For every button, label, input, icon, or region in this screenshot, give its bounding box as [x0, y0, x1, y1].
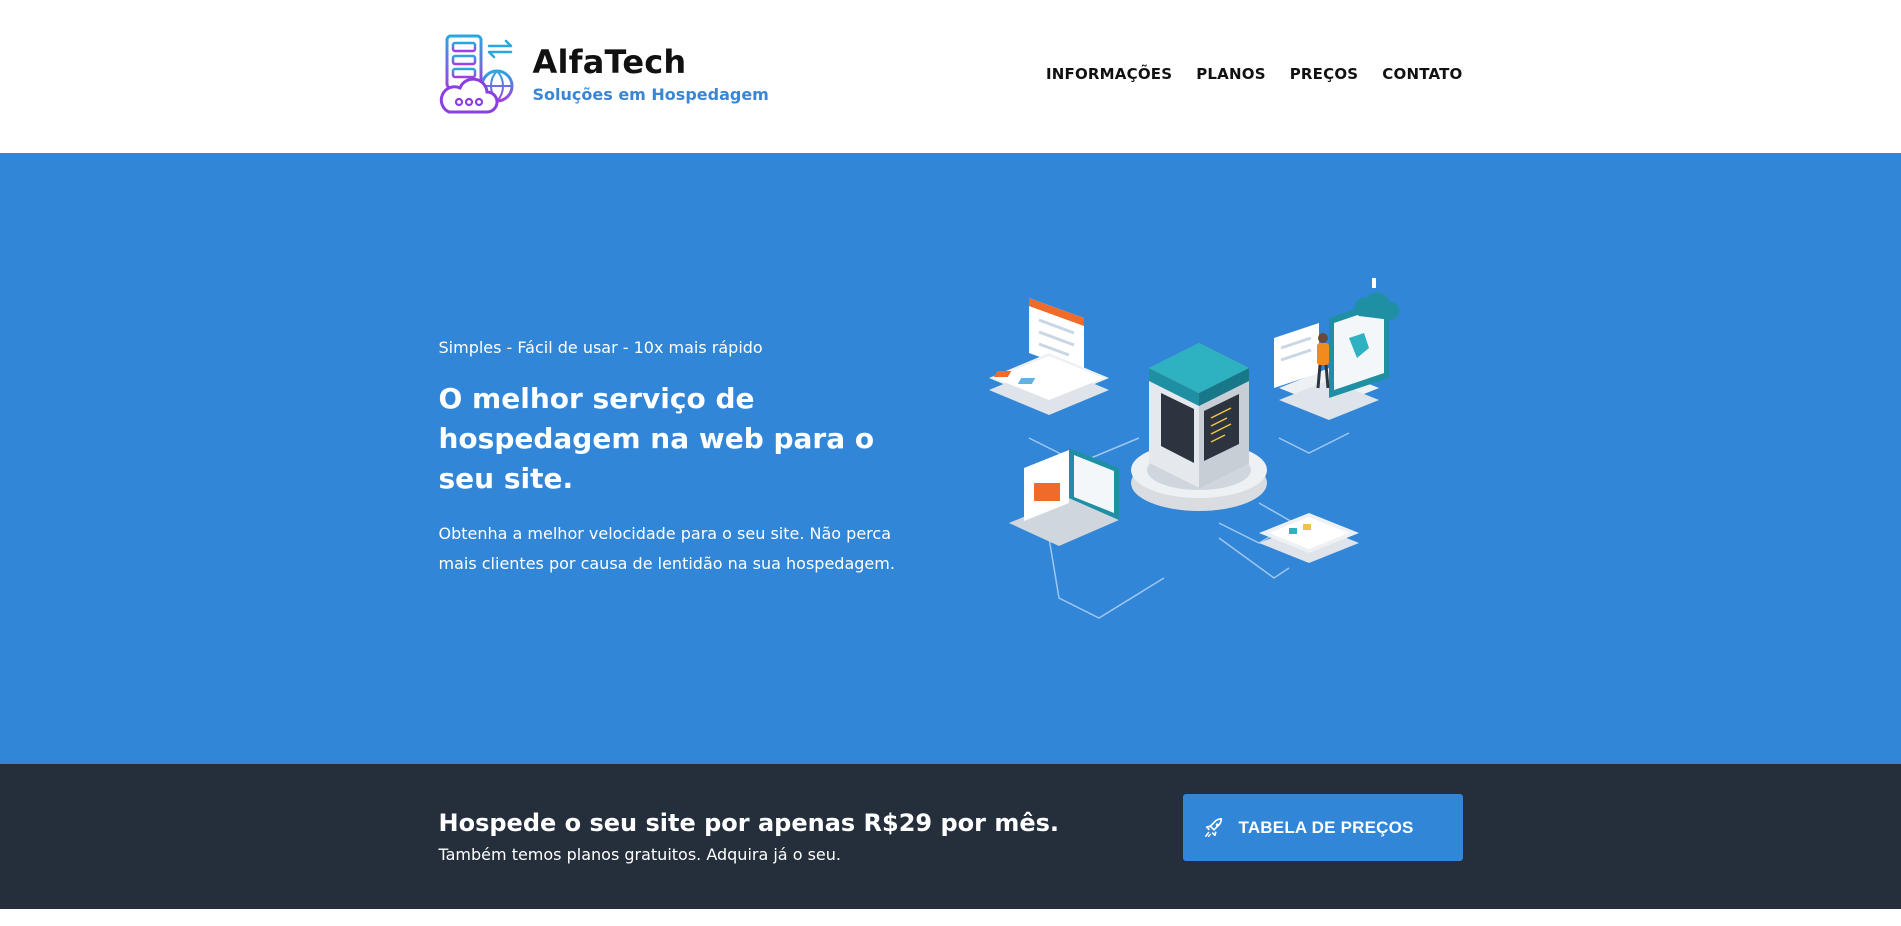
hero-eyebrow: Simples - Fácil de usar - 10x mais rápid… [438, 338, 763, 357]
hero-section: Simples - Fácil de usar - 10x mais rápid… [0, 153, 1901, 764]
main-nav: INFORMAÇÕES PLANOS PREÇOS CONTATO [1046, 65, 1463, 83]
hero-title: O melhor serviço de hospedagem na web pa… [438, 382, 875, 495]
brand[interactable]: AlfaTech Soluções em Hospedagem [439, 32, 769, 116]
brand-tagline: Soluções em Hospedagem [532, 85, 769, 104]
server-network-illustration-icon [988, 278, 1399, 619]
hero-description: Obtenha a melhor velocidade para o seu s… [438, 524, 895, 573]
nav-item-precos[interactable]: PREÇOS [1290, 65, 1359, 83]
pricing-table-button-label: TABELA DE PREÇOS [1238, 817, 1414, 837]
nav-item-informacoes[interactable]: INFORMAÇÕES [1046, 65, 1172, 83]
pricing-table-button[interactable]: TABELA DE PREÇOS [1182, 794, 1463, 861]
rocket-icon [1204, 817, 1222, 837]
cta-section: Hospede o seu site por apenas R$29 por m… [0, 764, 1901, 909]
site-header: AlfaTech Soluções em Hospedagem INFORMAÇ… [0, 0, 1901, 153]
hero-text: Simples - Fácil de usar - 10x mais rápid… [439, 338, 919, 579]
nav-item-planos[interactable]: PLANOS [1196, 65, 1265, 83]
cta-text: Hospede o seu site por apenas R$29 por m… [439, 809, 1060, 864]
nav-item-contato[interactable]: CONTATO [1382, 65, 1462, 83]
brand-text: AlfaTech Soluções em Hospedagem [533, 43, 769, 104]
brand-name: AlfaTech [532, 43, 687, 81]
cta-title: Hospede o seu site por apenas R$29 por m… [438, 809, 1060, 837]
server-cloud-logo-icon [439, 34, 513, 113]
cta-subtitle: Também temos planos gratuitos. Adquira j… [438, 845, 841, 864]
